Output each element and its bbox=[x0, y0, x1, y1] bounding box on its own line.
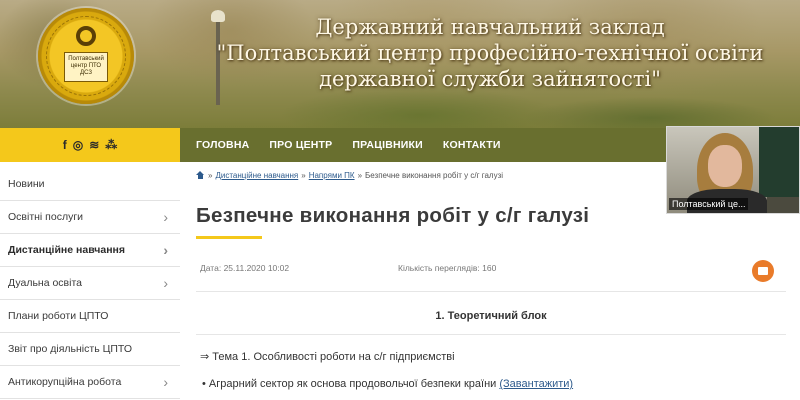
nav-menu: ГОЛОВНА ПРО ЦЕНТР ПРАЦІВНИКИ КОНТАКТИ bbox=[196, 128, 501, 162]
divider bbox=[196, 334, 786, 335]
sidebar-item-dual-education[interactable]: Дуальна освіта › bbox=[0, 267, 180, 300]
sidebar-item-label: Антикорупційна робота bbox=[8, 376, 122, 388]
nav-item-home[interactable]: ГОЛОВНА bbox=[196, 139, 249, 151]
home-icon[interactable] bbox=[196, 171, 205, 179]
facebook-icon[interactable]: f bbox=[63, 138, 67, 152]
sidebar-item-label: Освітні послуги bbox=[8, 211, 84, 223]
chalkboard bbox=[759, 127, 799, 197]
sitemap-icon[interactable]: ⁂ bbox=[105, 138, 117, 152]
site-title-line-1: Державний навчальний заклад bbox=[315, 15, 665, 39]
instagram-icon[interactable]: ◎ bbox=[73, 138, 83, 152]
views-value: 160 bbox=[482, 263, 497, 273]
bullet-marker: • bbox=[202, 378, 209, 390]
article-date: Дата: 25.11.2020 10:02 bbox=[200, 263, 289, 273]
printer-icon bbox=[758, 267, 768, 275]
nav-item-staff[interactable]: ПРАЦІВНИКИ bbox=[352, 139, 422, 151]
chevron-right-icon: › bbox=[163, 209, 168, 225]
sidebar-item-work-plans[interactable]: Плани роботи ЦПТО bbox=[0, 300, 180, 333]
article-meta: Дата: 25.11.2020 10:02 Кількість перегля… bbox=[196, 260, 786, 282]
site-logo[interactable]: Полтавський центр ПТО ДСЗ bbox=[38, 8, 134, 104]
block-heading: 1. Теоретичний блок bbox=[435, 310, 547, 322]
sidebar-item-activity-report[interactable]: Звіт про діяльність ЦПТО bbox=[0, 333, 180, 366]
breadcrumb-separator: » bbox=[357, 170, 363, 180]
participant-name: Полтавський це... bbox=[669, 198, 749, 210]
sidebar-item-anticorruption[interactable]: Антикорупційна робота › bbox=[0, 366, 180, 399]
site-title-line-3: державної служби зайнятості" bbox=[319, 67, 661, 91]
topic-line: ⇒ Тема 1. Особливості роботи на с/г підп… bbox=[200, 351, 455, 363]
sidebar-item-news[interactable]: Новини bbox=[0, 168, 180, 201]
breadcrumb-separator: » bbox=[301, 170, 306, 180]
list-item-text: Аграрний сектор як основа продовольчої б… bbox=[208, 378, 497, 390]
logo-plate: Полтавський центр ПТО ДСЗ bbox=[64, 52, 108, 82]
chevron-right-icon: › bbox=[163, 242, 168, 258]
sidebar-item-label: Дистанційне навчання bbox=[8, 244, 126, 256]
chevron-right-icon: › bbox=[163, 275, 168, 291]
sidebar-item-label: Новини bbox=[8, 178, 45, 190]
video-call-tile[interactable]: Полтавський це... bbox=[666, 126, 800, 214]
date-label: Дата: bbox=[200, 263, 222, 273]
sidebar-item-educational-services[interactable]: Освітні послуги › bbox=[0, 201, 180, 234]
title-underline bbox=[196, 236, 262, 239]
divider bbox=[196, 291, 786, 292]
breadcrumb-separator: » bbox=[208, 170, 213, 180]
list-item: • Аграрний сектор як основа продовольчої… bbox=[196, 378, 786, 390]
download-link[interactable]: (Завантажити) bbox=[499, 378, 573, 390]
site-title: Державний навчальний заклад "Полтавський… bbox=[190, 14, 790, 92]
breadcrumb-link-directions[interactable]: Напрями ПК bbox=[309, 171, 355, 180]
article-views: Кількість переглядів: 160 bbox=[398, 263, 496, 273]
participant-face bbox=[708, 145, 742, 187]
social-links: f ◎ ≋ ⁂ bbox=[0, 128, 180, 162]
print-button[interactable] bbox=[752, 260, 774, 282]
sidebar-item-label: Плани роботи ЦПТО bbox=[8, 310, 109, 322]
sidebar-item-distance-learning[interactable]: Дистанційне навчання › bbox=[0, 234, 180, 267]
sidebar-item-label: Дуальна освіта bbox=[8, 277, 82, 289]
breadcrumb-current: Безпечне виконання робіт у с/г галузі bbox=[365, 170, 504, 180]
views-label: Кількість переглядів: bbox=[398, 263, 480, 273]
breadcrumb-link-distance-learning[interactable]: Дистанційне навчання bbox=[215, 171, 298, 180]
header-banner: Полтавський центр ПТО ДСЗ Державний навч… bbox=[0, 0, 800, 128]
date-value: 25.11.2020 10:02 bbox=[223, 263, 290, 273]
nav-item-contacts[interactable]: КОНТАКТИ bbox=[443, 139, 501, 151]
chevron-right-icon: › bbox=[163, 374, 168, 390]
sidebar-item-label: Звіт про діяльність ЦПТО bbox=[8, 343, 133, 355]
sidebar: Новини Освітні послуги › Дистанційне нав… bbox=[0, 168, 180, 399]
site-title-line-2: "Полтавський центр професійно-технічної … bbox=[216, 41, 764, 65]
rss-icon[interactable]: ≋ bbox=[89, 138, 99, 152]
gear-icon bbox=[76, 26, 96, 46]
nav-item-about[interactable]: ПРО ЦЕНТР bbox=[269, 139, 332, 151]
